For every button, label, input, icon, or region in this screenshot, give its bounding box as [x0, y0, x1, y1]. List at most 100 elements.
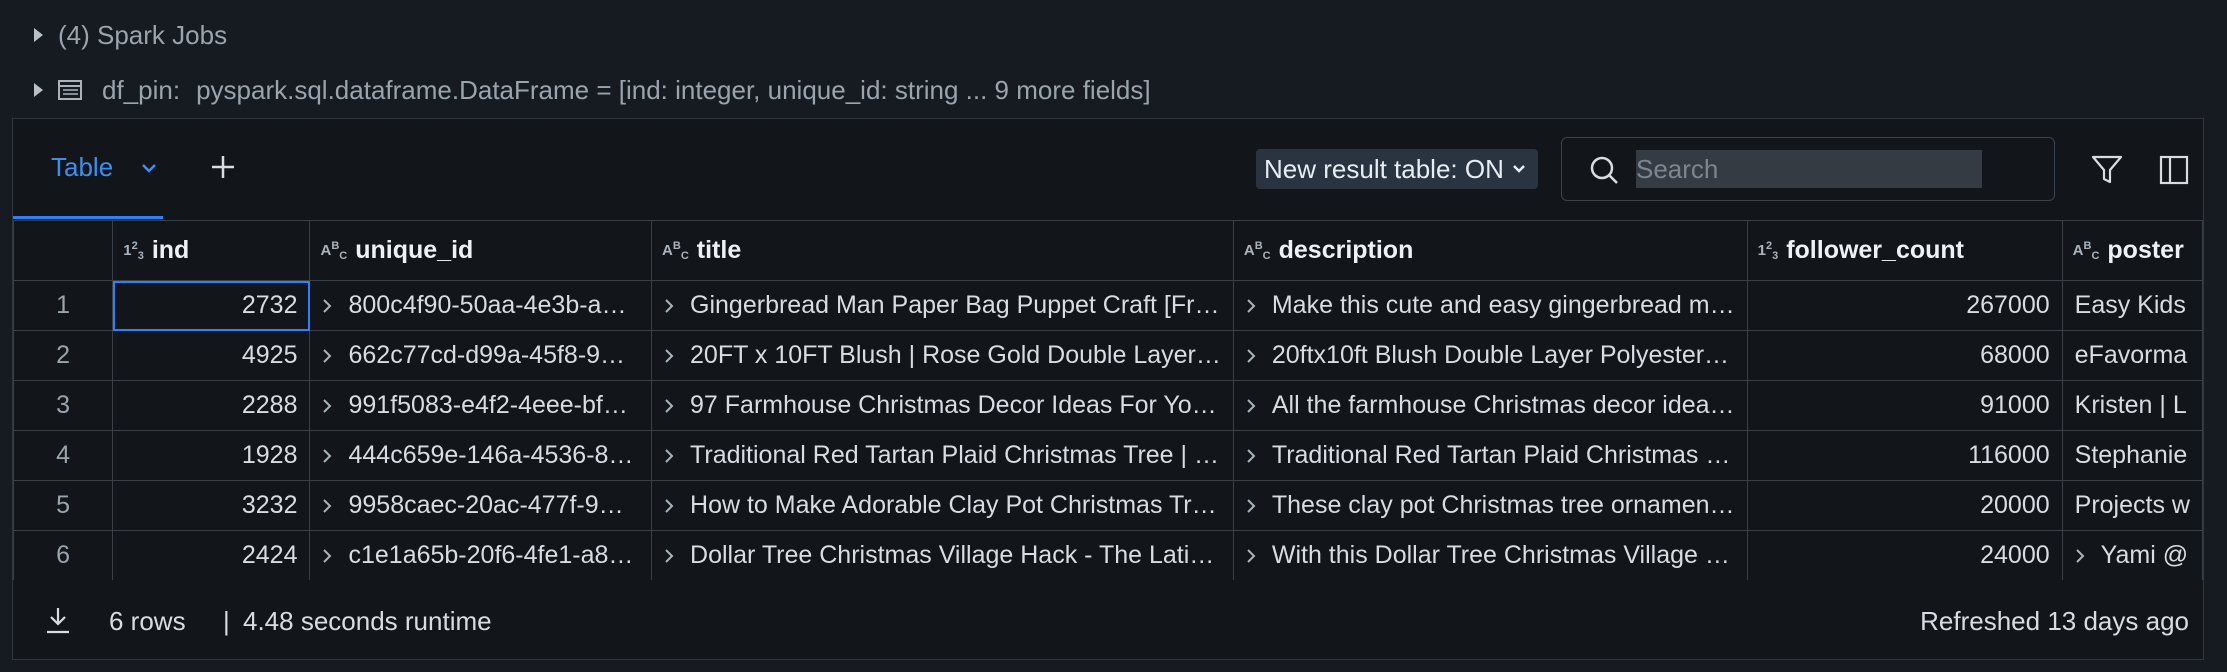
sidebar-toggle-icon[interactable] — [2159, 155, 2189, 185]
row-index: 5 — [13, 480, 114, 531]
cell-text: 20FT x 10FT Blush | Rose Gold Double Lay… — [690, 341, 1221, 369]
cell-follower-count[interactable]: 24000 — [1746, 530, 2063, 580]
chevron-right-icon[interactable] — [1246, 499, 1256, 514]
chevron-down-icon[interactable] — [141, 163, 157, 173]
cell-text: 20ftx10ft Blush Double Layer Polyester… — [1271, 341, 1730, 369]
cell-unique-id[interactable]: 9958caec-20ac-477f-9… — [309, 480, 653, 531]
chevron-right-icon[interactable] — [2075, 549, 2085, 564]
column-header-unique-id[interactable]: ABC unique_id — [309, 220, 653, 281]
cell-text: Make this cute and easy gingerbread m… — [1271, 291, 1735, 319]
cell-description[interactable]: These clay pot Christmas tree ornamen… — [1232, 480, 1748, 531]
filter-icon[interactable] — [2091, 155, 2123, 185]
row-index: 3 — [13, 380, 114, 431]
cell-text: Stephanie — [2074, 441, 2188, 469]
chevron-right-icon[interactable] — [322, 399, 332, 414]
table-row[interactable]: 3 2288 991f5083-e4f2-4eee-bf… 97 Farmhouse … — [13, 380, 2203, 431]
cell-description[interactable]: Traditional Red Tartan Plaid Christmas … — [1232, 430, 1748, 481]
cell-poster[interactable]: Easy Kids — [2061, 280, 2203, 331]
caret-right-icon — [34, 28, 43, 42]
chevron-right-icon[interactable] — [1246, 449, 1256, 464]
cell-text: 991f5083-e4f2-4eee-bf… — [348, 391, 628, 419]
chevron-right-icon[interactable] — [664, 449, 674, 464]
column-header-follower-count[interactable]: 123 follower_count — [1746, 220, 2063, 281]
chevron-right-icon[interactable] — [664, 399, 674, 414]
cell-poster[interactable]: Yami @ — [2061, 530, 2203, 580]
cell-poster[interactable]: Stephanie — [2061, 430, 2203, 481]
cell-text: Traditional Red Tartan Plaid Christmas T… — [690, 441, 1219, 469]
row-index: 2 — [13, 330, 114, 381]
cell-follower-count[interactable]: 68000 — [1746, 330, 2063, 381]
add-tab-button[interactable] — [209, 153, 237, 181]
chevron-right-icon[interactable] — [664, 549, 674, 564]
chevron-right-icon[interactable] — [1246, 549, 1256, 564]
cell-text: All the farmhouse Christmas decor idea… — [1271, 391, 1735, 419]
cell-text: These clay pot Christmas tree ornamen… — [1271, 491, 1735, 519]
cell-ind[interactable]: 2732 — [112, 280, 311, 331]
cell-follower-count[interactable]: 116000 — [1746, 430, 2063, 481]
table-row[interactable]: 4 1928 444c659e-146a-4536-8… Traditional Re… — [13, 430, 2203, 481]
cell-title[interactable]: 97 Farmhouse Christmas Decor Ideas For Y… — [651, 380, 1234, 431]
dataframe-schema: pyspark.sql.dataframe.DataFrame = [ind: … — [196, 74, 1151, 105]
cell-title[interactable]: How to Make Adorable Clay Pot Christmas … — [651, 480, 1234, 531]
cell-poster[interactable]: eFavorma — [2061, 330, 2203, 381]
cell-follower-count[interactable]: 91000 — [1746, 380, 2063, 431]
chevron-right-icon[interactable] — [322, 349, 332, 364]
chevron-right-icon[interactable] — [322, 549, 332, 564]
table-body: 1 2732 800c4f90-50aa-4e3b-a… Gingerbread Ma… — [13, 280, 2203, 580]
search-input[interactable] — [1636, 150, 1982, 188]
chevron-right-icon[interactable] — [322, 449, 332, 464]
cell-poster[interactable]: Kristen | L — [2061, 380, 2203, 431]
cell-ind[interactable]: 3232 — [112, 480, 311, 531]
footer-separator: | — [223, 605, 230, 636]
cell-description[interactable]: All the farmhouse Christmas decor idea… — [1232, 380, 1748, 431]
table-row[interactable]: 2 4925 662c77cd-d99a-45f8-9… 20FT x 10FT Bl… — [13, 330, 2203, 381]
new-result-table-toggle[interactable]: New result table: ON — [1256, 149, 1538, 189]
cell-ind[interactable]: 4925 — [112, 330, 311, 381]
cell-text: Traditional Red Tartan Plaid Christmas … — [1271, 441, 1731, 469]
cell-unique-id[interactable]: c1e1a65b-20f6-4fe1-a8… — [309, 530, 653, 580]
chevron-right-icon[interactable] — [664, 299, 674, 314]
column-header-poster[interactable]: ABC poster — [2061, 220, 2203, 281]
cell-follower-count[interactable]: 267000 — [1746, 280, 2063, 331]
column-name: title — [696, 236, 742, 264]
cell-poster[interactable]: Projects w — [2061, 480, 2203, 531]
tab-table[interactable]: Table — [13, 119, 163, 219]
cell-unique-id[interactable]: 800c4f90-50aa-4e3b-a… — [309, 280, 653, 331]
table-row[interactable]: 6 2424 c1e1a65b-20f6-4fe1-a8… Dollar Tree C… — [13, 530, 2203, 580]
cell-unique-id[interactable]: 991f5083-e4f2-4eee-bf… — [309, 380, 653, 431]
cell-ind[interactable]: 2288 — [112, 380, 311, 431]
cell-title[interactable]: Gingerbread Man Paper Bag Puppet Craft [… — [651, 280, 1234, 331]
cell-follower-count[interactable]: 20000 — [1746, 480, 2063, 531]
cell-title[interactable]: 20FT x 10FT Blush | Rose Gold Double Lay… — [651, 330, 1234, 381]
chevron-right-icon[interactable] — [1246, 299, 1256, 314]
cell-ind[interactable]: 2424 — [112, 530, 311, 580]
cell-title[interactable]: Dollar Tree Christmas Village Hack - The… — [651, 530, 1234, 580]
dataframe-schema-line[interactable]: df_pin: pyspark.sql.dataframe.DataFrame … — [34, 72, 1151, 108]
cell-description[interactable]: With this Dollar Tree Christmas Village … — [1232, 530, 1748, 580]
cell-unique-id[interactable]: 444c659e-146a-4536-8… — [309, 430, 653, 481]
new-result-table-label: New result table: ON — [1264, 153, 1504, 184]
row-index: 4 — [13, 430, 114, 481]
cell-title[interactable]: Traditional Red Tartan Plaid Christmas T… — [651, 430, 1234, 481]
cell-unique-id[interactable]: 662c77cd-d99a-45f8-9… — [309, 330, 653, 381]
tab-table-label: Table — [51, 152, 114, 182]
column-header-ind[interactable]: 123 ind — [112, 220, 311, 281]
table-row[interactable]: 1 2732 800c4f90-50aa-4e3b-a… Gingerbread Ma… — [13, 280, 2203, 331]
caret-right-icon — [34, 83, 43, 97]
column-name: poster — [2107, 236, 2184, 264]
chevron-right-icon[interactable] — [1246, 349, 1256, 364]
cell-ind[interactable]: 1928 — [112, 430, 311, 481]
table-row[interactable]: 5 3232 9958caec-20ac-477f-9… How to Make Ad… — [13, 480, 2203, 531]
column-header-title[interactable]: ABC title — [651, 220, 1234, 281]
chevron-right-icon[interactable] — [664, 499, 674, 514]
cell-description[interactable]: 20ftx10ft Blush Double Layer Polyester… — [1232, 330, 1748, 381]
spark-jobs-toggle[interactable]: (4) Spark Jobs — [34, 17, 227, 53]
download-icon[interactable] — [45, 606, 71, 634]
chevron-right-icon[interactable] — [1246, 399, 1256, 414]
string-type-icon: ABC — [320, 240, 348, 263]
chevron-right-icon[interactable] — [322, 499, 332, 514]
cell-description[interactable]: Make this cute and easy gingerbread m… — [1232, 280, 1748, 331]
column-header-description[interactable]: ABC description — [1232, 220, 1748, 281]
chevron-right-icon[interactable] — [322, 299, 332, 314]
chevron-right-icon[interactable] — [664, 349, 674, 364]
